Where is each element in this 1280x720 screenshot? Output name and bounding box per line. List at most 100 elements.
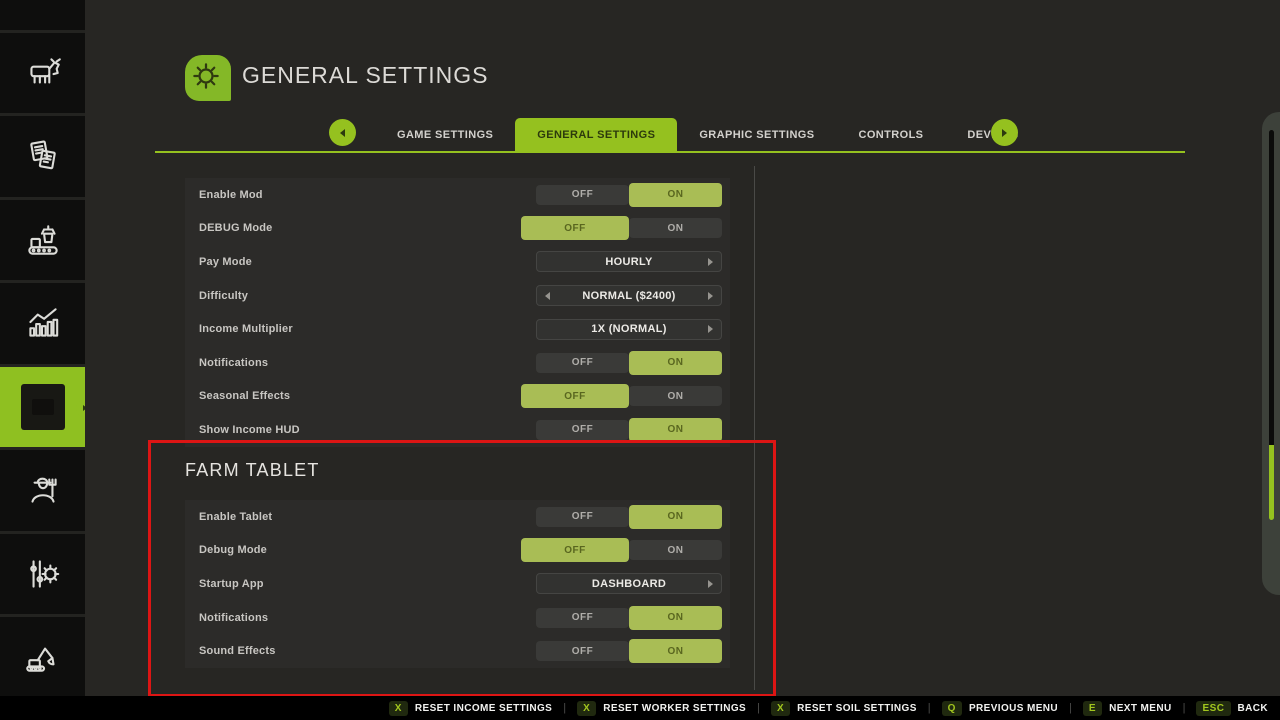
seasonal-effects-label: Seasonal Effects (199, 390, 290, 402)
gear-icon (191, 61, 221, 91)
show-income-hud-toggle[interactable]: OFFON (536, 418, 722, 442)
next-menu-action[interactable]: ENEXT MENU (1083, 701, 1172, 716)
tabs-prev-button[interactable] (329, 119, 356, 146)
toggle-on-option[interactable]: ON (629, 606, 722, 630)
pay-mode-select[interactable]: HOURLY (536, 251, 722, 272)
debug-mode-label: DEBUG Mode (199, 222, 273, 234)
tablet-screen (32, 399, 54, 415)
tab-general-settings[interactable]: GENERAL SETTINGS (515, 118, 677, 152)
show-income-hud-label: Show Income HUD (199, 424, 300, 436)
notifications-label: Notifications (199, 357, 268, 369)
sidebar-item-settings[interactable] (0, 534, 85, 618)
toggle-off-option[interactable]: OFF (536, 641, 629, 661)
settings-row-debug-mode: Debug Mode OFFON (185, 534, 730, 568)
scroll-track (1269, 130, 1274, 520)
separator: | (928, 702, 931, 714)
toggle-off-option[interactable]: OFF (536, 185, 629, 205)
right-arrow-icon[interactable] (708, 320, 713, 339)
tab-bar: GAME SETTINGSGENERAL SETTINGSGRAPHIC SET… (375, 118, 1041, 152)
notifications-toggle[interactable]: OFFON (536, 606, 722, 630)
toggle-off-option[interactable]: OFF (521, 384, 629, 408)
settings-list-scrollbar[interactable] (754, 166, 755, 690)
difficulty-label: Difficulty (199, 290, 248, 302)
settings-row-startup-app: Startup AppDASHBOARD (185, 567, 730, 601)
sidebar-item-workers[interactable] (0, 450, 85, 534)
tab-controls[interactable]: CONTROLS (837, 118, 946, 152)
sidebar-item-statistics[interactable] (0, 283, 85, 367)
action-label: BACK (1238, 703, 1269, 714)
documents-icon (22, 135, 64, 177)
debug-mode-toggle[interactable]: OFFON (536, 216, 722, 240)
general-settings-app-icon (185, 55, 231, 101)
toggle-on-option[interactable]: ON (629, 505, 722, 529)
reset-income-settings-action[interactable]: XRESET INCOME SETTINGS (389, 701, 552, 716)
scroll-track-upper (1269, 130, 1274, 445)
debug-mode-label: Debug Mode (199, 544, 267, 556)
toggle-off-option[interactable]: OFF (536, 608, 629, 628)
tuning-icon (22, 553, 64, 595)
page-scroll-indicator[interactable] (1262, 112, 1280, 595)
select-value: DASHBOARD (592, 578, 666, 590)
toggle-off-option[interactable]: OFF (521, 216, 629, 240)
toggle-on-option[interactable]: ON (629, 639, 722, 663)
key-q-badge: Q (942, 701, 962, 716)
tab-game-settings[interactable]: GAME SETTINGS (375, 118, 515, 152)
enable-mod-toggle[interactable]: OFFON (536, 183, 722, 207)
right-arrow-icon (1002, 129, 1007, 137)
toggle-on-option[interactable]: ON (629, 218, 722, 238)
income-multiplier-select[interactable]: 1X (NORMAL) (536, 319, 722, 340)
toggle-on-option[interactable]: ON (629, 351, 722, 375)
tab-graphic-settings[interactable]: GRAPHIC SETTINGS (677, 118, 836, 152)
page-title: GENERAL SETTINGS (242, 62, 488, 89)
toggle-on-option[interactable]: ON (629, 386, 722, 406)
toggle-on-option[interactable]: ON (629, 418, 722, 442)
seasonal-effects-toggle[interactable]: OFFON (536, 384, 722, 408)
debug-mode-toggle[interactable]: OFFON (536, 538, 722, 562)
select-value: HOURLY (605, 256, 652, 268)
settings-row-debug-mode: DEBUG Mode OFFON (185, 212, 730, 246)
left-arrow-icon[interactable] (545, 286, 550, 305)
notifications-toggle[interactable]: OFFON (536, 351, 722, 375)
settings-row-enable-mod: Enable ModOFFON (185, 178, 730, 212)
settings-row-seasonal-effects: Seasonal Effects OFFON (185, 380, 730, 414)
sidebar-item-construction[interactable] (0, 617, 85, 701)
toggle-on-option[interactable]: ON (629, 183, 722, 207)
toggle-off-option[interactable]: OFF (536, 420, 629, 440)
reset-worker-settings-action[interactable]: XRESET WORKER SETTINGS (577, 701, 746, 716)
scroll-thumb (1269, 445, 1274, 520)
pay-mode-label: Pay Mode (199, 256, 252, 268)
right-arrow-icon[interactable] (708, 252, 713, 271)
sidebar-item-screen[interactable] (0, 0, 85, 33)
settings-row-pay-mode: Pay Mode HOURLY (185, 245, 730, 279)
toggle-off-option[interactable]: OFF (536, 507, 629, 527)
select-value: NORMAL ($2400) (582, 290, 675, 302)
difficulty-select[interactable]: NORMAL ($2400) (536, 285, 722, 306)
enable-tablet-label: Enable Tablet (199, 511, 272, 523)
tabs-next-button[interactable] (991, 119, 1018, 146)
select-value: 1X (NORMAL) (591, 323, 666, 335)
app-window: GENERAL SETTINGS GAME SETTINGSGENERAL SE… (0, 0, 1280, 720)
sidebar-item-animals[interactable] (0, 33, 85, 117)
startup-app-select[interactable]: DASHBOARD (536, 573, 722, 594)
toggle-off-option[interactable]: OFF (521, 538, 629, 562)
separator: | (1183, 702, 1186, 714)
sidebar-item-production[interactable] (0, 200, 85, 284)
enable-tablet-toggle[interactable]: OFFON (536, 505, 722, 529)
statistics-icon (22, 302, 64, 344)
settings-row-enable-tablet: Enable Tablet OFFON (185, 500, 730, 534)
right-arrow-icon[interactable] (708, 286, 713, 305)
bottom-keybar: XRESET INCOME SETTINGS | XRESET WORKER SET… (0, 696, 1280, 720)
previous-menu-action[interactable]: QPREVIOUS MENU (942, 701, 1058, 716)
toggle-on-option[interactable]: ON (629, 540, 722, 560)
reset-soil-settings-action[interactable]: XRESET SOIL SETTINGS (771, 701, 917, 716)
settings-row-difficulty: Difficulty NORMAL ($2400) (185, 279, 730, 313)
toggle-off-option[interactable]: OFF (536, 353, 629, 373)
right-arrow-icon[interactable] (708, 574, 713, 593)
left-arrow-icon (340, 129, 345, 137)
right-arrow-icon (83, 405, 86, 411)
back-action[interactable]: ESCBACK (1196, 701, 1268, 716)
sidebar-item-farm-tablet[interactable] (0, 367, 85, 451)
sidebar-item-contracts[interactable] (0, 116, 85, 200)
sound-effects-toggle[interactable]: OFFON (536, 639, 722, 663)
sidebar (0, 0, 85, 720)
